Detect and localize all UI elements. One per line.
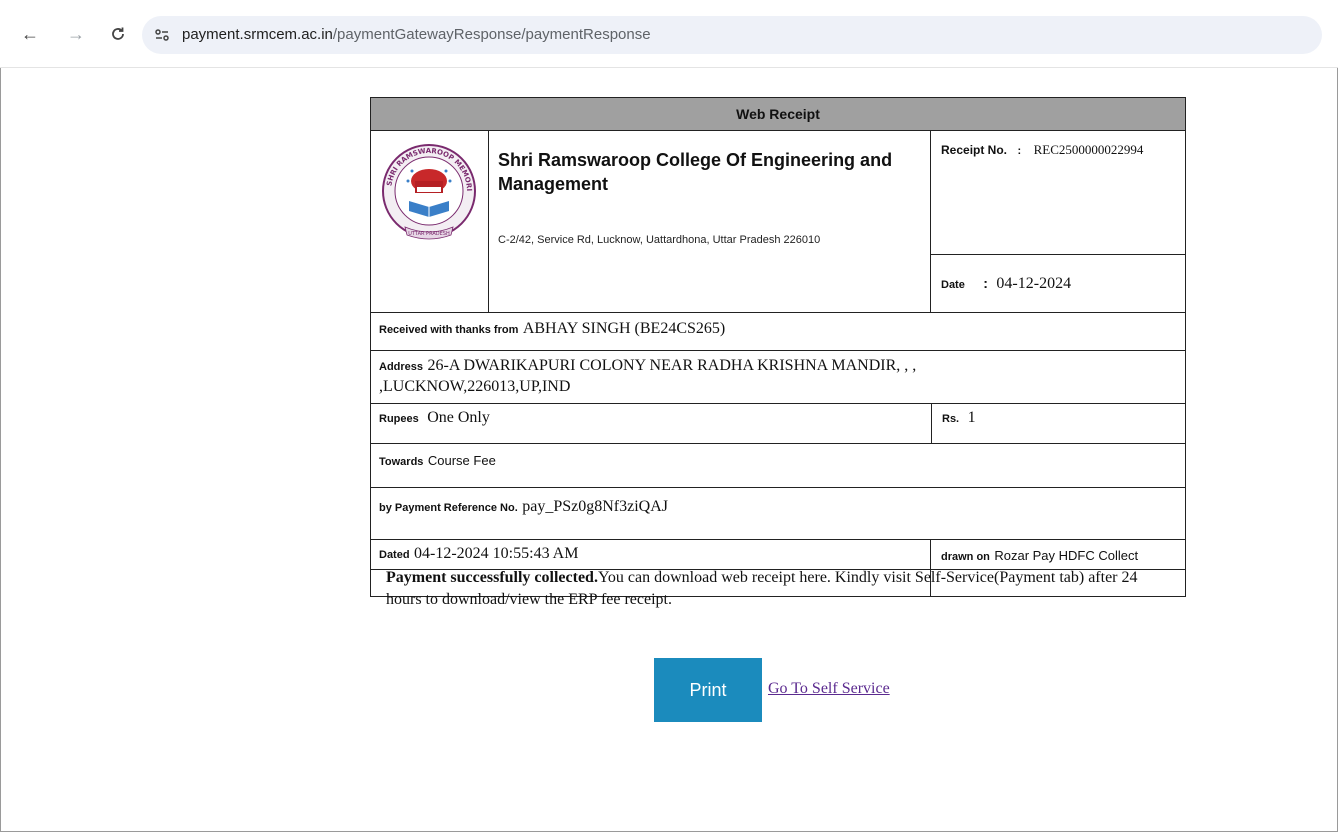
dated-value: 04-12-2024 10:55:43 AM: [414, 545, 579, 562]
address-line2: ,LUCKNOW,226013,UP,IND: [379, 378, 571, 395]
towards-label: Towards: [379, 456, 424, 468]
college-cell: Shri Ramswaroop College Of Engineering a…: [488, 130, 931, 313]
rs-cell: Rs. 1: [931, 403, 1186, 444]
receipt-no-separator: :: [1017, 145, 1022, 157]
print-button[interactable]: Print: [654, 658, 762, 722]
address-bar[interactable]: payment.srmcem.ac.in/paymentGatewayRespo…: [142, 16, 1322, 54]
browser-toolbar: ← → payment.srmcem.ac.in/paymentGatewayR…: [0, 0, 1338, 68]
reload-icon: [112, 27, 124, 40]
drawn-value: Rozar Pay HDFC Collect: [994, 548, 1139, 563]
address-line1: 26-A DWARIKAPURI COLONY NEAR RADHA KRISH…: [427, 357, 917, 374]
rs-label: Rs.: [942, 413, 960, 425]
received-from-row: Received with thanks from ABHAY SINGH (B…: [370, 312, 1186, 351]
address-label: Address: [379, 361, 424, 373]
towards-value: Course Fee: [427, 453, 496, 468]
receipt-no-label: Receipt No.: [941, 143, 1008, 157]
rupees-value: One Only: [427, 409, 490, 426]
rupees-cell: Rupees One Only: [370, 403, 932, 444]
date-separator: :: [983, 275, 988, 291]
dated-label: Dated: [379, 549, 410, 561]
college-address: C-2/42, Service Rd, Lucknow, Uattardhona…: [498, 234, 821, 246]
receipt-header: Web Receipt: [370, 97, 1186, 131]
received-value: ABHAY SINGH (BE24CS265): [522, 320, 726, 337]
site-settings-icon: [155, 29, 169, 41]
drawn-on-cell: drawn on Rozar Pay HDFC Collect: [930, 539, 1186, 570]
college-logo: SHRI RAMSWAROOP MEMORIAL UNIVERSITY UTTA…: [379, 137, 476, 240]
payref-label: by Payment Reference No.: [379, 502, 518, 514]
date-cell: Date : 04-12-2024: [930, 254, 1186, 313]
date-label: Date: [941, 279, 965, 291]
logo-banner-text: UTTAR PRADESH: [408, 231, 450, 237]
dated-cell: Dated 04-12-2024 10:55:43 AM: [370, 539, 931, 570]
payment-message: Payment successfully collected.You can d…: [386, 567, 1176, 611]
towards-row: Towards Course Fee: [370, 443, 1186, 488]
college-name: Shri Ramswaroop College Of Engineering a…: [498, 150, 893, 194]
logo-cell: SHRI RAMSWAROOP MEMORIAL UNIVERSITY UTTA…: [370, 130, 489, 313]
received-label: Received with thanks from: [379, 324, 519, 336]
address-row: Address 26-A DWARIKAPURI COLONY NEAR RAD…: [370, 350, 1186, 404]
rupees-label: Rupees: [379, 413, 419, 425]
payref-value: pay_PSz0g8Nf3ziQAJ: [522, 498, 668, 515]
forward-button[interactable]: →: [64, 22, 88, 46]
receipt-no-value: REC2500000022994: [1033, 142, 1144, 157]
drawn-label: drawn on: [941, 551, 990, 563]
forward-arrow-icon: →: [67, 23, 85, 44]
site-info-button[interactable]: [148, 21, 176, 49]
go-to-self-service-link[interactable]: Go To Self Service: [768, 680, 890, 698]
receipt-number-cell: Receipt No. : REC2500000022994: [930, 130, 1186, 255]
reload-button[interactable]: [106, 22, 130, 46]
date-value: 04-12-2024: [996, 275, 1072, 292]
url-host: payment.srmcem.ac.in: [182, 26, 333, 43]
back-arrow-icon: ←: [21, 23, 39, 44]
payment-message-bold: Payment successfully collected.: [386, 569, 598, 586]
url-path: /paymentGatewayResponse/paymentResponse: [332, 26, 651, 43]
payment-reference-row: by Payment Reference No. pay_PSz0g8Nf3zi…: [370, 487, 1186, 540]
url-text[interactable]: payment.srmcem.ac.in/paymentGatewayRespo…: [182, 26, 651, 43]
back-button[interactable]: ←: [18, 22, 42, 46]
web-receipt: Web Receipt SHRI RAMSWAROOP MEMORIAL UNI…: [370, 97, 1186, 597]
rs-value: 1: [967, 409, 976, 426]
